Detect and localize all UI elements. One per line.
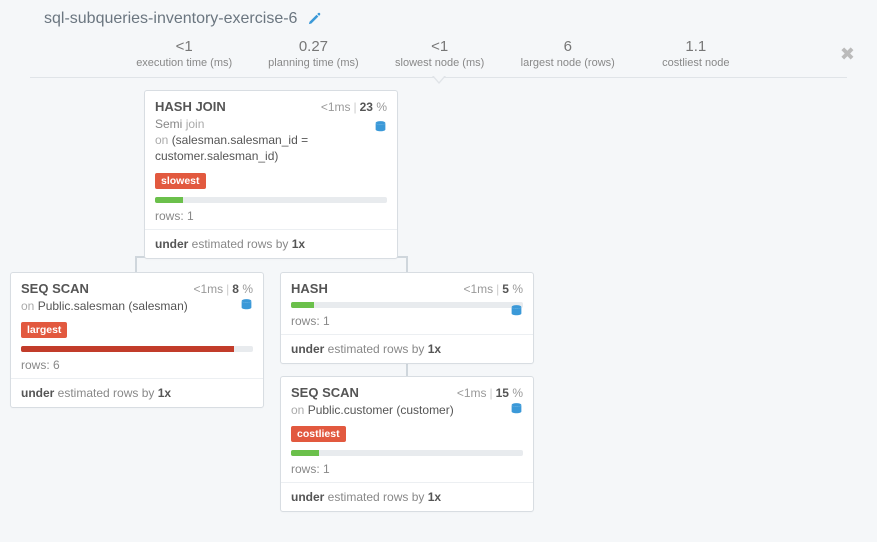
- stat-value: 0.27: [268, 38, 358, 57]
- node-footer: under estimated rows by 1x: [281, 482, 533, 511]
- footer-mid: estimated rows by: [54, 386, 157, 400]
- plan-canvas[interactable]: HASH JOIN <1ms|23 % Semi join on (salesm…: [0, 78, 877, 518]
- stat-label: slowest node (ms): [395, 57, 485, 69]
- cost-bar: [155, 197, 387, 203]
- node-time: <1ms: [463, 282, 493, 296]
- node-title: SEQ SCAN: [291, 385, 359, 400]
- rows-line: rows: 6: [11, 356, 263, 378]
- node-time: <1ms: [193, 282, 223, 296]
- node-subtext: on Public.salesman (salesman): [11, 298, 263, 318]
- footer-mid: estimated rows by: [188, 237, 291, 251]
- node-footer: under estimated rows by 1x: [281, 334, 533, 363]
- stat-label: largest node (rows): [521, 57, 615, 69]
- node-pct: 5: [502, 282, 509, 296]
- node-metrics: <1ms|5 %: [463, 282, 523, 296]
- node-time: <1ms: [457, 386, 487, 400]
- database-icon: [510, 304, 523, 318]
- footer-val: 1x: [292, 237, 305, 251]
- tag-slowest: slowest: [155, 173, 206, 189]
- footer-mid: estimated rows by: [324, 342, 427, 356]
- footer-val: 1x: [158, 386, 171, 400]
- plan-node-hash[interactable]: HASH <1ms|5 % rows: 1 under estimated ro…: [280, 272, 534, 364]
- stat-value: 6: [521, 38, 615, 57]
- plan-node-hash-join[interactable]: HASH JOIN <1ms|23 % Semi join on (salesm…: [144, 90, 398, 259]
- node-time: <1ms: [321, 100, 351, 114]
- plan-node-seq-scan-customer[interactable]: SEQ SCAN <1ms|15 % on Public.customer (c…: [280, 376, 534, 512]
- node-pct: 8: [232, 282, 239, 296]
- tag-costliest: costliest: [291, 426, 346, 442]
- node-subtext: on Public.customer (customer): [281, 402, 533, 422]
- page-title: sql-subqueries-inventory-exercise-6: [44, 10, 297, 28]
- node-subtext-kw: join: [186, 117, 205, 131]
- rows-line: rows: 1: [281, 460, 533, 482]
- stat-label: planning time (ms): [268, 57, 358, 69]
- database-icon: [374, 120, 387, 134]
- node-subtext-pre: on: [291, 403, 308, 417]
- rows-line: rows: 1: [145, 207, 397, 229]
- plan-node-seq-scan-salesman[interactable]: SEQ SCAN <1ms|8 % on Public.salesman (sa…: [10, 272, 264, 408]
- stat-label: execution time (ms): [136, 57, 232, 69]
- close-icon[interactable]: ✖: [840, 44, 855, 65]
- stat-slowest-node: <1 slowest node (ms): [395, 38, 485, 69]
- rows-line: rows: 1: [281, 312, 533, 334]
- edit-icon[interactable]: [307, 12, 321, 26]
- node-metrics: <1ms|15 %: [457, 386, 523, 400]
- node-pct: 15: [496, 386, 509, 400]
- tag-largest: largest: [21, 322, 67, 338]
- node-metrics: <1ms|23 %: [321, 100, 387, 114]
- node-title: HASH JOIN: [155, 99, 226, 114]
- cost-bar: [21, 346, 253, 352]
- node-footer: under estimated rows by 1x: [11, 378, 263, 407]
- footer-prefix: under: [21, 386, 54, 400]
- node-footer: under estimated rows by 1x: [145, 229, 397, 258]
- stat-plan-time: 0.27 planning time (ms): [268, 38, 358, 69]
- connector: [135, 256, 137, 272]
- stat-exec-time: <1 execution time (ms): [136, 38, 232, 69]
- node-subtext-pre: on: [21, 299, 38, 313]
- footer-val: 1x: [428, 490, 441, 504]
- cost-bar: [291, 450, 523, 456]
- node-subtext-cond: (salesman.salesman_id = customer.salesma…: [155, 133, 308, 163]
- node-metrics: <1ms|8 %: [193, 282, 253, 296]
- node-subtext: Semi join on (salesman.salesman_id = cus…: [145, 116, 397, 169]
- cost-bar: [291, 302, 523, 308]
- database-icon: [240, 298, 253, 312]
- node-subtext-val: Public.salesman (salesman): [38, 299, 188, 313]
- stat-value: 1.1: [651, 38, 741, 57]
- node-title: SEQ SCAN: [21, 281, 89, 296]
- footer-val: 1x: [428, 342, 441, 356]
- footer-mid: estimated rows by: [324, 490, 427, 504]
- footer-prefix: under: [291, 490, 324, 504]
- stat-value: <1: [395, 38, 485, 57]
- stat-value: <1: [136, 38, 232, 57]
- stat-largest-node: 6 largest node (rows): [521, 38, 615, 69]
- node-pct: 23: [360, 100, 373, 114]
- summary-stats: <1 execution time (ms) 0.27 planning tim…: [0, 32, 877, 71]
- node-subtext-on: on: [155, 133, 172, 147]
- connector: [406, 256, 408, 272]
- node-title: HASH: [291, 281, 328, 296]
- stat-costliest-node: 1.1 costliest node: [651, 38, 741, 69]
- footer-prefix: under: [155, 237, 188, 251]
- database-icon: [510, 402, 523, 416]
- footer-prefix: under: [291, 342, 324, 356]
- stat-label: costliest node: [651, 57, 741, 69]
- node-subtext-pre: Semi: [155, 117, 186, 131]
- node-subtext-val: Public.customer (customer): [308, 403, 454, 417]
